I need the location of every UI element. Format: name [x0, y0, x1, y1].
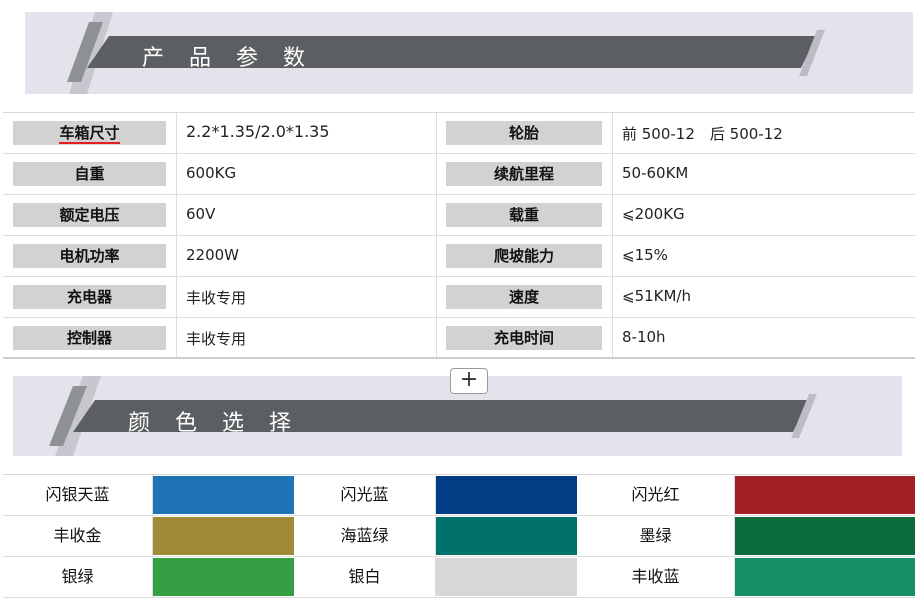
- param-label-cell: 速度: [437, 277, 613, 317]
- color-name: 闪光红: [577, 475, 735, 515]
- color-swatch[interactable]: [735, 558, 915, 596]
- color-swatch[interactable]: [436, 517, 577, 555]
- param-label-text: 控制器: [66, 329, 112, 347]
- param-value-cell: ⩽200KG: [613, 195, 915, 235]
- expand-button[interactable]: +: [450, 368, 488, 394]
- color-swatch[interactable]: [436, 558, 577, 596]
- param-label-text: 车箱尺寸: [59, 124, 120, 144]
- table-row: 丰收金 海蓝绿 墨绿: [3, 516, 915, 557]
- param-value: 60V: [186, 205, 216, 223]
- param-value-cell: ⩽15%: [613, 236, 915, 276]
- color-name: 丰收蓝: [577, 557, 735, 597]
- table-row: 充电器 丰收专用 速度 ⩽51KM/h: [3, 277, 915, 318]
- param-label: 控制器: [13, 326, 166, 350]
- param-label: 充电器: [13, 285, 166, 309]
- param-label-text: 额定电压: [59, 206, 120, 224]
- color-name: 闪银天蓝: [3, 475, 153, 515]
- param-value: 丰收专用: [186, 289, 247, 307]
- param-value: ⩽51KM/h: [622, 287, 691, 305]
- param-value: 50-60KM: [622, 164, 689, 182]
- param-value-cell: 600KG: [177, 154, 437, 194]
- param-value-cell: 丰收专用: [177, 277, 437, 317]
- param-value: 600KG: [186, 164, 237, 182]
- param-value: ⩽15%: [622, 246, 668, 264]
- param-label: 轮胎: [446, 121, 602, 145]
- param-label-cell: 续航里程: [437, 154, 613, 194]
- table-row: 电机功率 2200W 爬坡能力 ⩽15%: [3, 236, 915, 277]
- param-value-cell: 2200W: [177, 236, 437, 276]
- color-name: 海蓝绿: [294, 516, 436, 556]
- table-row: 自重 600KG 续航里程 50-60KM: [3, 154, 915, 195]
- param-label-cell: 充电时间: [437, 318, 613, 358]
- param-label-cell: 载重: [437, 195, 613, 235]
- color-section-title: 颜色选择: [128, 411, 317, 436]
- param-label: 续航里程: [446, 162, 602, 186]
- param-label-cell: 额定电压: [3, 195, 177, 235]
- color-swatch[interactable]: [735, 476, 915, 514]
- color-swatch[interactable]: [436, 476, 577, 514]
- table-row: 闪银天蓝 闪光蓝 闪光红: [3, 475, 915, 516]
- param-label: 载重: [446, 203, 602, 227]
- param-label-text: 电机功率: [59, 247, 120, 265]
- colors-table: 闪银天蓝 闪光蓝 闪光红丰收金 海蓝绿 墨绿银绿 银白 丰收蓝: [3, 474, 915, 598]
- param-value-cell: 丰收专用: [177, 318, 437, 358]
- param-value-cell: 2.2*1.35/2.0*1.35: [177, 113, 437, 153]
- param-value-cell: 8-10h: [613, 318, 915, 358]
- color-name: 丰收金: [3, 516, 153, 556]
- param-value-cell: 60V: [177, 195, 437, 235]
- param-label-cell: 充电器: [3, 277, 177, 317]
- table-row: 车箱尺寸 2.2*1.35/2.0*1.35 轮胎 前 500-12 后 500-12: [3, 113, 915, 154]
- param-label: 充电时间: [446, 326, 602, 350]
- param-label-cell: 爬坡能力: [437, 236, 613, 276]
- table-row: 银绿 银白 丰收蓝: [3, 557, 915, 598]
- color-swatch[interactable]: [153, 558, 294, 596]
- page-title: 产品参数: [142, 46, 331, 71]
- param-label-cell: 自重: [3, 154, 177, 194]
- color-name: 银白: [294, 557, 436, 597]
- param-value: 2.2*1.35/2.0*1.35: [186, 122, 330, 141]
- color-swatch[interactable]: [735, 517, 915, 555]
- param-label: 爬坡能力: [446, 244, 602, 268]
- param-label-cell: 电机功率: [3, 236, 177, 276]
- param-value: ⩽200KG: [622, 205, 685, 223]
- param-label-cell: 轮胎: [437, 113, 613, 153]
- param-value: 2200W: [186, 246, 240, 264]
- param-label-text: 充电器: [66, 288, 112, 306]
- param-value: 丰收专用: [186, 330, 247, 348]
- color-name: 银绿: [3, 557, 153, 597]
- param-value-cell: ⩽51KM/h: [613, 277, 915, 317]
- color-swatch[interactable]: [153, 476, 294, 514]
- param-label: 速度: [446, 285, 602, 309]
- param-label-text: 自重: [74, 165, 105, 183]
- color-swatch[interactable]: [153, 517, 294, 555]
- param-label-cell: 控制器: [3, 318, 177, 358]
- section-divider: [3, 357, 915, 359]
- param-value-cell: 50-60KM: [613, 154, 915, 194]
- param-label-cell: 车箱尺寸: [3, 113, 177, 153]
- param-label: 额定电压: [13, 203, 166, 227]
- param-label: 车箱尺寸: [13, 121, 166, 145]
- color-name: 闪光蓝: [294, 475, 436, 515]
- param-value-cell: 前 500-12 后 500-12: [613, 113, 915, 153]
- param-value: 8-10h: [622, 328, 666, 346]
- table-row: 控制器 丰收专用 充电时间 8-10h: [3, 318, 915, 359]
- table-row: 额定电压 60V 载重 ⩽200KG: [3, 195, 915, 236]
- color-name: 墨绿: [577, 516, 735, 556]
- param-label: 自重: [13, 162, 166, 186]
- product-params-banner: 产品参数: [25, 12, 913, 94]
- param-label: 电机功率: [13, 244, 166, 268]
- params-table: 车箱尺寸 2.2*1.35/2.0*1.35 轮胎 前 500-12 后 500-12…: [3, 112, 915, 359]
- param-value: 前 500-12 后 500-12: [622, 125, 783, 143]
